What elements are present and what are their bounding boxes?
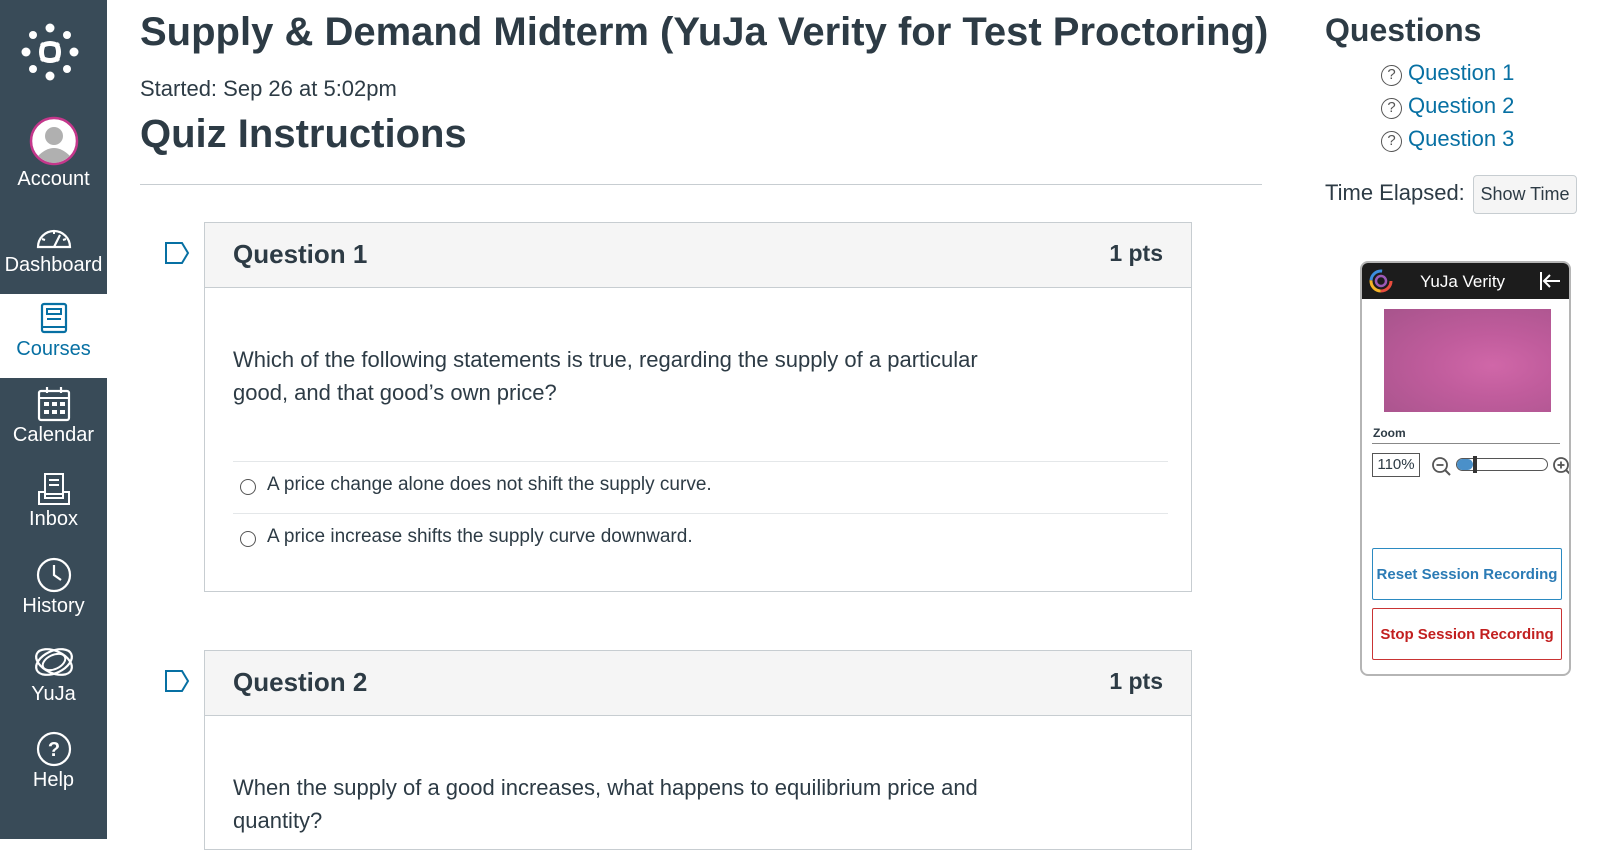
questions-heading: Questions	[1325, 12, 1482, 48]
answer-radio[interactable]	[240, 531, 256, 547]
nav-item-courses[interactable]: Courses	[0, 294, 107, 378]
nav-label-history: History	[22, 595, 85, 617]
inbox-icon	[37, 473, 70, 505]
question-link-1[interactable]: ? Question 1	[1381, 60, 1514, 86]
nav-label-yuja: YuJa	[31, 683, 76, 705]
question-points: 1 pts	[1109, 668, 1163, 694]
quiz-started-time: Started: Sep 26 at 5:02pm	[140, 76, 397, 101]
book-icon	[40, 302, 67, 334]
question-link-3[interactable]: ? Question 3	[1381, 126, 1514, 152]
webcam-preview	[1384, 309, 1551, 412]
zoom-value[interactable]: 110%	[1372, 453, 1420, 477]
question-link-label: Question 1	[1408, 60, 1515, 85]
question-link-2[interactable]: ? Question 2	[1381, 93, 1514, 119]
nav-item-yuja[interactable]: YuJa	[0, 643, 107, 713]
question-unanswered-icon: ?	[1381, 65, 1402, 86]
zoom-out-icon[interactable]	[1430, 455, 1452, 477]
nav-label-calendar: Calendar	[12, 424, 95, 446]
zoom-divider	[1372, 443, 1560, 444]
yuja-panel-title: YuJa Verity	[1420, 272, 1506, 291]
account-avatar-icon	[29, 116, 78, 166]
dashboard-gauge-icon	[36, 229, 71, 249]
question-unanswered-icon: ?	[1381, 131, 1402, 152]
time-elapsed-label: Time Elapsed:	[1325, 180, 1465, 205]
zoom-slider-thumb[interactable]	[1473, 456, 1477, 473]
question-header: Question 2 1 pts	[205, 651, 1191, 716]
global-nav: Account Dashboard Courses Calendar Inbox…	[0, 0, 107, 839]
divider	[140, 184, 1262, 185]
yuja-logo-icon	[1369, 269, 1393, 293]
nav-item-help[interactable]: ? Help	[0, 731, 107, 801]
show-time-button[interactable]: Show Time	[1473, 175, 1577, 214]
nav-item-dashboard[interactable]: Dashboard	[0, 222, 107, 292]
nav-label-inbox: Inbox	[29, 508, 78, 530]
nav-item-inbox[interactable]: Inbox	[0, 472, 107, 542]
question-points: 1 pts	[1109, 240, 1163, 266]
question-link-label: Question 2	[1408, 93, 1515, 118]
answer-text: A price increase shifts the supply curve…	[267, 526, 693, 547]
quiz-sidebar: Questions ? Question 1 ? Question 2 ? Quest…	[1325, 0, 1620, 839]
nav-item-calendar[interactable]: Calendar	[0, 386, 107, 456]
question-text: When the supply of a good increases, wha…	[233, 775, 978, 833]
quiz-title: Supply & Demand Midterm (YuJa Verity for…	[140, 10, 1269, 54]
svg-text:?: ?	[47, 739, 59, 761]
zoom-in-icon[interactable]	[1551, 455, 1571, 477]
zoom-label: Zoom	[1373, 426, 1406, 440]
yuja-panel-header: YuJa Verity	[1362, 263, 1569, 299]
yuja-rings-icon	[34, 648, 73, 676]
answer-option[interactable]: A price change alone does not shift the …	[233, 461, 1168, 513]
flag-question-icon[interactable]	[164, 669, 190, 693]
clock-icon	[36, 557, 71, 593]
question-header: Question 1 1 pts	[205, 223, 1191, 288]
nav-item-history[interactable]: History	[0, 557, 107, 627]
zoom-slider[interactable]	[1456, 456, 1548, 473]
question-text: Which of the following statements is tru…	[233, 347, 978, 405]
question-card: Question 2 1 pts When the supply of a go…	[204, 650, 1192, 850]
nav-label-courses: Courses	[16, 338, 91, 360]
zoom-slider-fill	[1457, 459, 1473, 470]
help-icon: ?	[36, 731, 71, 767]
answer-radio[interactable]	[240, 479, 256, 495]
question-unanswered-icon: ?	[1381, 98, 1402, 119]
quiz-instructions-heading: Quiz Instructions	[140, 112, 467, 156]
nav-label-account: Account	[17, 168, 90, 190]
canvas-logo-icon[interactable]	[20, 22, 80, 82]
yuja-verity-panel: YuJa Verity Zoom 110% Reset Session Reco…	[1360, 261, 1571, 676]
question-card: Question 1 1 pts Which of the following …	[204, 222, 1192, 592]
answer-text: A price change alone does not shift the …	[267, 474, 712, 495]
nav-label-dashboard: Dashboard	[4, 254, 103, 276]
question-title: Question 1	[233, 239, 368, 269]
calendar-icon	[37, 387, 70, 422]
question-link-label: Question 3	[1408, 126, 1515, 151]
collapse-panel-icon[interactable]	[1537, 268, 1563, 294]
quiz-main: Supply & Demand Midterm (YuJa Verity for…	[140, 0, 1269, 850]
nav-label-help: Help	[32, 769, 75, 791]
reset-session-recording-button[interactable]: Reset Session Recording	[1372, 548, 1562, 600]
question-title: Question 2	[233, 667, 368, 697]
answer-option[interactable]: A price increase shifts the supply curve…	[233, 513, 1168, 565]
stop-session-recording-button[interactable]: Stop Session Recording	[1372, 608, 1562, 660]
flag-question-icon[interactable]	[164, 241, 190, 265]
nav-item-account[interactable]: Account	[0, 116, 107, 200]
